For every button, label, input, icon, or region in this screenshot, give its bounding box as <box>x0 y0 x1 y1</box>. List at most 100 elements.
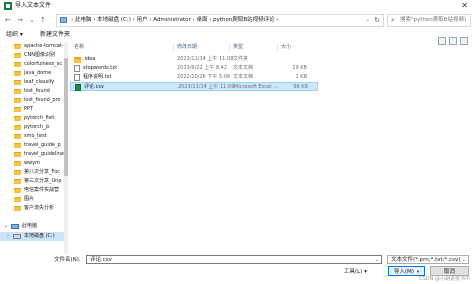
column-divider[interactable] <box>229 43 230 51</box>
file-type-filter-value[interactable]: 文本文件(*.prn;*.txt;*.csv) <box>391 257 460 263</box>
folder-icon <box>14 62 21 67</box>
computer-icon <box>60 17 67 23</box>
column-divider[interactable] <box>173 43 174 51</box>
scrollbar-thumb[interactable] <box>64 58 68 176</box>
sidebar-folder[interactable]: 电信案件实战营 <box>0 186 64 195</box>
file-name: 评论.csv <box>84 84 104 90</box>
sidebar-folder[interactable]: travel_guide_p <box>0 141 64 150</box>
tools-button[interactable]: 工具(L) ▾ <box>344 267 367 277</box>
sidebar-folder[interactable]: wwym <box>0 159 64 168</box>
sidebar-folder[interactable]: colorfulness_sc <box>0 60 64 69</box>
file-type: 文本文档 <box>233 74 254 80</box>
sidebar-folder[interactable]: apache-tomcat- <box>0 42 64 51</box>
file-row[interactable]: 程序说明.txt 2022/10/26 下午 5:06 文本文档 1 KB <box>70 73 318 82</box>
organize-button[interactable]: 组织 ▾ <box>6 29 23 40</box>
sidebar-item-this-pc[interactable]: ⌄ 此电脑 <box>0 222 64 231</box>
app-icon <box>4 2 12 10</box>
chevron-right-icon[interactable]: › <box>7 232 9 241</box>
folder-icon <box>14 80 21 85</box>
file-date: 2022/10/26 下午 5:06 <box>177 74 231 80</box>
column-header-type[interactable]: 类型 <box>233 42 243 52</box>
folder-icon <box>14 125 21 130</box>
column-header-size[interactable]: 大小 <box>281 42 291 52</box>
sidebar-folder[interactable]: pytorch_js <box>0 123 64 132</box>
column-header-name[interactable]: 名称 <box>74 42 84 52</box>
command-bar: 组织 ▾ 新建文件夹 <box>0 28 474 45</box>
folder-icon <box>14 197 21 202</box>
dialog-footer: 文件名(N): 评论.csv ⌄ 文本文件(*.prn;*.txt;*.csv) ⌄… <box>0 254 474 284</box>
sidebar-folder[interactable]: PPT <box>0 105 64 114</box>
folder-icon <box>74 57 81 63</box>
file-type: 文件夹 <box>233 56 249 62</box>
folder-icon <box>14 188 21 193</box>
folder-icon <box>14 116 21 121</box>
window-title: 导入文本文件 <box>15 2 52 9</box>
sidebar-folder[interactable]: lost_found_pro <box>0 96 64 105</box>
sidebar-folder[interactable]: travel_guideline <box>0 150 64 159</box>
file-name: .idea <box>83 56 96 62</box>
text-file-icon <box>74 74 80 81</box>
chevron-down-icon[interactable]: ⌄ <box>4 222 8 231</box>
file-type: Microsoft Excel ... <box>234 84 278 90</box>
folder-icon <box>14 71 21 76</box>
refresh-icon[interactable]: ↻ <box>374 15 380 26</box>
breadcrumb[interactable]: › 此电脑 › 本地磁盘 (C:) › 用户 › Administrator ›… <box>71 15 279 26</box>
close-icon[interactable]: ✕ <box>461 0 468 12</box>
folder-icon <box>14 98 21 103</box>
file-date: 2023/6/22 上午 8:42 <box>177 65 228 71</box>
folder-icon <box>14 206 21 211</box>
search-input[interactable] <box>400 16 466 24</box>
back-arrow-icon[interactable]: ← <box>5 15 11 25</box>
sidebar-folder[interactable]: lost_found <box>0 87 64 96</box>
chevron-down-icon[interactable]: ⌄ <box>375 256 379 264</box>
sidebar-folder[interactable]: pytorch_fish <box>0 114 64 123</box>
new-folder-button[interactable]: 新建文件夹 <box>40 29 70 40</box>
column-divider[interactable] <box>277 43 278 51</box>
sidebar-folder[interactable]: CNN图像识别 <box>0 51 64 60</box>
import-text-file-dialog: 导入文本文件 ✕ ← → ⌄ ↑ › 此电脑 › 本地磁盘 (C:) › 用户 … <box>0 0 474 284</box>
file-row-selected[interactable]: 评论.csv 2023/11/14 上午 11:09 Microsoft Exc… <box>70 82 318 91</box>
computer-icon <box>11 224 19 229</box>
filename-input[interactable]: 评论.csv ⌄ <box>86 255 382 264</box>
sidebar-folder[interactable]: java_dome <box>0 69 64 78</box>
folder-icon <box>14 161 21 166</box>
sidebar-folder[interactable]: 第八次分享_Foc <box>0 168 64 177</box>
file-name: 程序说明.txt <box>83 74 112 80</box>
file-name: stopwords.txt <box>83 65 118 71</box>
recent-locations-icon[interactable]: ⌄ <box>29 15 35 25</box>
folder-icon <box>14 44 21 49</box>
sidebar-folder[interactable]: 客户流失分析 <box>0 204 64 213</box>
up-arrow-icon[interactable]: ↑ <box>40 15 46 25</box>
file-row[interactable]: .idea 2023/11/14 上午 11:08 文件夹 <box>70 55 318 64</box>
sidebar-folder[interactable]: 图片 <box>0 195 64 204</box>
sidebar-item-local-disk[interactable]: › 本地磁盘 (C:) <box>0 232 64 241</box>
sidebar-scrollbar[interactable] <box>64 42 68 254</box>
address-dropdown-icon[interactable]: ⌄ <box>366 15 370 26</box>
column-header-date[interactable]: 修改日期 <box>177 42 197 52</box>
file-row[interactable]: stopwords.txt 2023/6/22 上午 8:42 文本文档 19 … <box>70 64 318 73</box>
forward-arrow-icon[interactable]: → <box>17 15 23 25</box>
text-file-icon <box>74 65 80 72</box>
folder-icon <box>14 179 21 184</box>
search-box[interactable]: ⌕ <box>387 14 471 27</box>
folder-icon <box>14 107 21 112</box>
folder-icon <box>14 53 21 58</box>
file-size: 1 KB <box>295 74 307 80</box>
file-list: 名称 修改日期 类型 大小 .idea 2023/11/14 上午 11:08 … <box>70 42 474 252</box>
drive-icon <box>13 234 21 239</box>
file-size: 19 KB <box>292 65 307 71</box>
file-type-filter[interactable]: 文本文件(*.prn;*.txt;*.csv) ⌄ <box>387 255 469 264</box>
address-bar[interactable]: › 此电脑 › 本地磁盘 (C:) › 用户 › Administrator ›… <box>56 14 384 27</box>
file-date: 2023/11/14 上午 11:09 <box>178 84 235 90</box>
filename-value[interactable]: 评论.csv <box>90 257 112 263</box>
sidebar-folder[interactable]: smo_test <box>0 132 64 141</box>
sidebar-folder[interactable]: leaf_classify <box>0 78 64 87</box>
sidebar-folder[interactable]: 第三次分享_Unp <box>0 177 64 186</box>
chevron-down-icon[interactable]: ⌄ <box>462 256 466 263</box>
excel-csv-icon <box>75 84 81 91</box>
folder-icon <box>14 170 21 175</box>
title-bar: 导入文本文件 ✕ <box>0 0 474 12</box>
search-icon: ⌕ <box>391 16 395 24</box>
file-date: 2023/11/14 上午 11:08 <box>177 56 234 62</box>
file-size: 66 KB <box>293 84 308 90</box>
